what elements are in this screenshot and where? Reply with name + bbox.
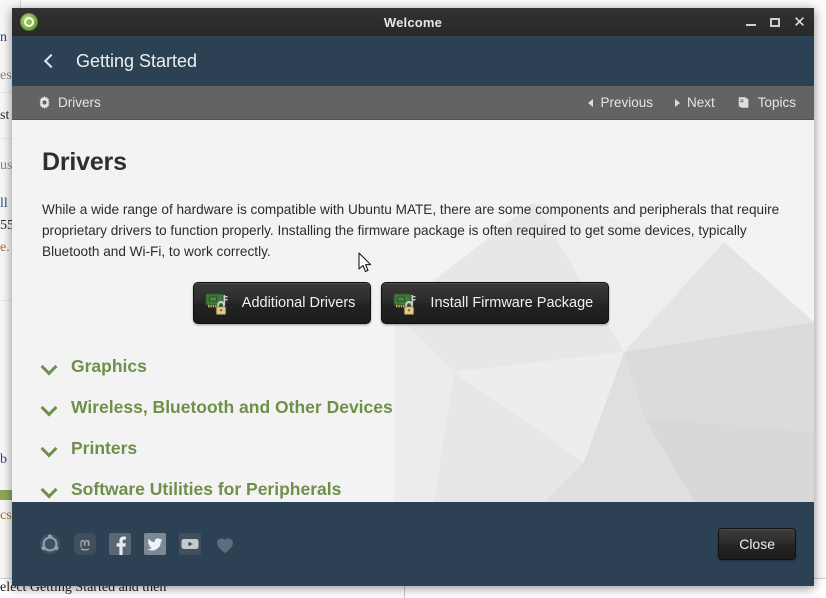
page-header: Getting Started xyxy=(12,36,814,86)
content-inner: Drivers While a wide range of hardware i… xyxy=(42,120,784,502)
mastodon-icon[interactable] xyxy=(73,532,97,556)
background-text-fragment: cs xyxy=(0,508,12,523)
driver-lock-icon xyxy=(205,290,231,316)
window-title: Welcome xyxy=(383,14,443,30)
header-title: Getting Started xyxy=(76,50,198,71)
page-title: Drivers xyxy=(42,148,127,176)
section-graphics[interactable]: Graphics xyxy=(42,346,784,387)
action-button-label: Install Firmware Package xyxy=(430,295,594,312)
gear-icon xyxy=(38,96,51,109)
maximize-button[interactable] xyxy=(769,16,782,29)
next-button[interactable]: Next xyxy=(674,95,715,110)
section-printers[interactable]: Printers xyxy=(42,428,784,469)
social-links xyxy=(38,532,718,556)
chevron-down-icon xyxy=(42,441,57,456)
action-button-label: Additional Drivers xyxy=(241,295,356,312)
background-text-fragment: b xyxy=(0,452,7,467)
heart-icon[interactable] xyxy=(213,532,237,556)
close-button[interactable]: Close xyxy=(718,528,796,560)
triangle-left-icon xyxy=(588,98,594,107)
background-text-fragment: es xyxy=(0,68,12,83)
chevron-down-icon xyxy=(42,400,57,415)
welcome-window: Welcome ✕ Getting Started Drivers Previo… xyxy=(12,8,814,586)
youtube-icon[interactable] xyxy=(178,532,202,556)
section-label: Wireless, Bluetooth and Other Devices xyxy=(71,397,393,418)
background-text-fragment: us xyxy=(0,158,13,173)
section-wireless-bluetooth-and-other-devices[interactable]: Wireless, Bluetooth and Other Devices xyxy=(42,387,784,428)
accordion-sections: Graphics Wireless, Bluetooth and Other De… xyxy=(42,346,784,502)
previous-label: Previous xyxy=(600,95,653,110)
facebook-icon[interactable] xyxy=(108,532,132,556)
navigation-bar: Drivers Previous Next Topics xyxy=(12,86,814,120)
previous-button[interactable]: Previous xyxy=(588,95,653,110)
topics-label: Topics xyxy=(757,95,796,110)
navbar-right: Previous Next Topics xyxy=(588,95,796,110)
section-software-utilities-for-peripherals[interactable]: Software Utilities for Peripherals xyxy=(42,469,784,502)
triangle-right-icon xyxy=(674,98,680,107)
driver-lock-icon xyxy=(393,290,419,316)
book-icon xyxy=(737,96,751,109)
topics-button[interactable]: Topics xyxy=(737,95,796,110)
current-section: Drivers xyxy=(38,95,101,110)
next-label: Next xyxy=(686,95,715,110)
chevron-down-icon xyxy=(42,359,57,374)
navbar-left: Drivers xyxy=(38,95,588,110)
minimize-button[interactable] xyxy=(745,16,758,29)
ubuntu-mate-icon[interactable] xyxy=(38,532,62,556)
window-controls: ✕ xyxy=(745,8,806,36)
background-text-fragment: st xyxy=(0,108,10,123)
chevron-left-icon[interactable] xyxy=(40,52,58,70)
section-label: Software Utilities for Peripherals xyxy=(71,479,342,500)
page-paragraph: While a wide range of hardware is compat… xyxy=(42,202,780,260)
ubuntu-mate-logo-icon xyxy=(20,13,38,31)
twitter-icon[interactable] xyxy=(143,532,167,556)
additional-drivers-button[interactable]: Additional Drivers xyxy=(192,282,372,325)
screen-root: n es st us ll 55 e. b cs elect Getting Started a… xyxy=(0,0,826,598)
section-label: Printers xyxy=(71,438,138,459)
close-window-button[interactable]: ✕ xyxy=(793,14,806,29)
chevron-down-icon xyxy=(42,482,57,497)
content-pane: Drivers While a wide range of hardware i… xyxy=(12,120,814,502)
background-text-fragment: ll xyxy=(0,196,8,211)
window-footer: Close xyxy=(12,502,814,586)
background-text-fragment: n xyxy=(0,30,7,45)
section-label: Graphics xyxy=(71,356,147,377)
install-firmware-package-button[interactable]: Install Firmware Package xyxy=(381,282,610,325)
action-button-row: Additional Drivers Install Firmware Pack… xyxy=(42,282,784,325)
current-section-label: Drivers xyxy=(58,95,101,110)
window-titlebar[interactable]: Welcome ✕ xyxy=(12,8,814,36)
background-text-fragment: e. xyxy=(0,240,10,255)
